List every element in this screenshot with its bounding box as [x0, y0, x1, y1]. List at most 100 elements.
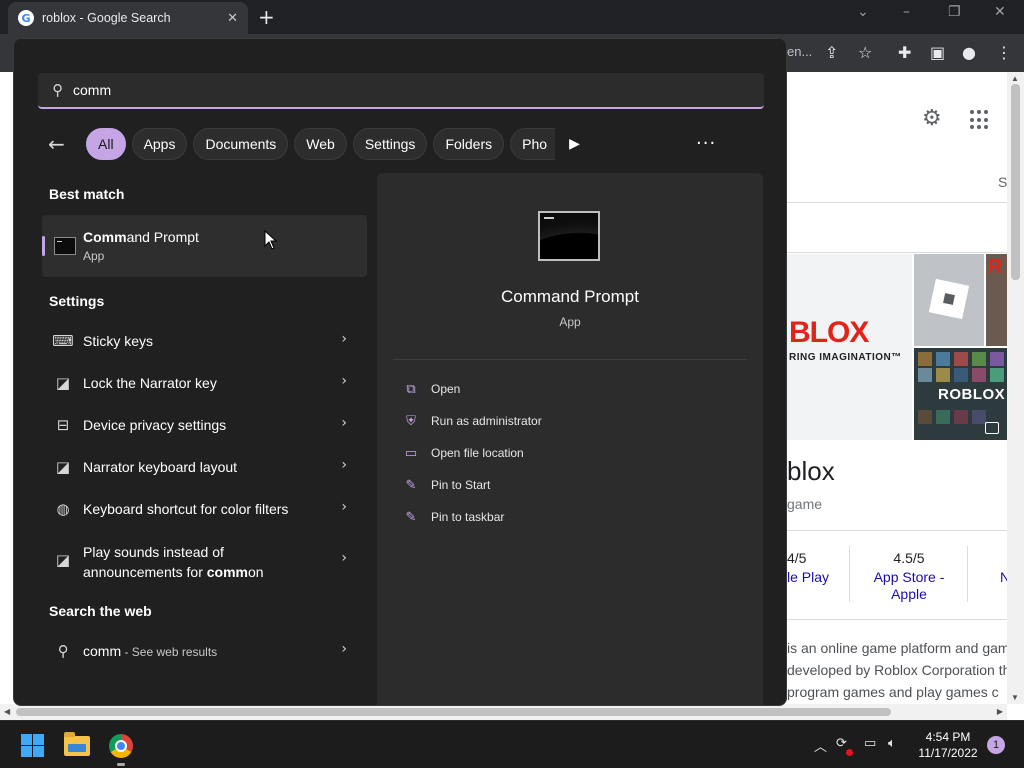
preview-divider: [393, 359, 747, 360]
search-input[interactable]: [73, 82, 673, 98]
chevron-right-icon: ›: [341, 457, 347, 473]
settings-item-label: Device privacy settings: [83, 417, 227, 433]
browser-menu-icon[interactable]: ⋮: [996, 43, 1012, 62]
rating-value: 4/5: [787, 550, 807, 566]
profile-avatar-icon[interactable]: ●: [962, 43, 976, 62]
action-run-as-admin[interactable]: ⛨ Run as administrator: [403, 411, 542, 431]
roblox-letter: R: [988, 256, 1003, 278]
vertical-scroll-thumb[interactable]: [1011, 84, 1020, 280]
filter-photos[interactable]: Pho: [510, 128, 556, 160]
roblox-games-collage-image[interactable]: ROBLOX: [914, 348, 1007, 440]
command-prompt-icon: [54, 237, 76, 255]
filter-all[interactable]: All: [86, 128, 126, 160]
knowledge-panel-title: blox: [787, 456, 835, 486]
browser-tab[interactable]: G roblox - Google Search ✕: [8, 2, 248, 34]
clock[interactable]: 4:54 PM 11/17/2022: [912, 729, 984, 761]
roblox-characters-image[interactable]: R: [986, 254, 1007, 346]
web-search-result[interactable]: ⚲ comm - See web results ›: [42, 631, 367, 671]
settings-item-device-privacy[interactable]: ⊟ Device privacy settings ›: [42, 405, 367, 445]
tools-fragment[interactable]: S: [998, 174, 1007, 190]
settings-item-lock-narrator-key[interactable]: ◪ Lock the Narrator key ›: [42, 363, 367, 403]
gear-icon[interactable]: ⚙: [922, 106, 942, 131]
roblox-icon-image[interactable]: [914, 254, 984, 346]
rating-google-play[interactable]: 4/5 le Play: [787, 550, 837, 585]
filter-folders[interactable]: Folders: [433, 128, 505, 160]
settings-item-play-sounds[interactable]: ◪ Play sounds instead of announcements fo…: [42, 538, 367, 582]
clock-time: 4:54 PM: [925, 730, 971, 744]
bookmark-star-icon[interactable]: ☆: [858, 43, 872, 62]
new-tab-button[interactable]: +: [258, 5, 275, 29]
rating-separator: [849, 546, 850, 602]
scroll-right-icon[interactable]: ▶: [997, 707, 1003, 716]
tab-close-icon[interactable]: ✕: [227, 10, 238, 26]
label-line-2-post: on: [247, 564, 264, 580]
chrome-icon[interactable]: [109, 734, 133, 758]
search-web-heading: Search the web: [49, 603, 152, 619]
volume-icon[interactable]: 🔈︎: [888, 736, 896, 751]
settings-heading: Settings: [49, 293, 105, 309]
roblox-tagline: RING IMAGINATION™: [789, 352, 902, 363]
web-query: comm: [83, 643, 122, 659]
settings-item-label: Narrator keyboard layout: [83, 459, 238, 475]
action-open-file-location[interactable]: ▭ Open file location: [403, 443, 524, 463]
action-label: Open file location: [431, 446, 524, 460]
label-line-1: Play sounds instead of: [83, 544, 224, 560]
tab-search-chevron-icon[interactable]: ⌄: [857, 4, 869, 20]
notification-badge[interactable]: 1: [987, 736, 1005, 754]
settings-item-sticky-keys[interactable]: ⌨ Sticky keys ›: [42, 321, 367, 361]
privacy-icon: ⊟: [56, 416, 70, 434]
settings-item-color-filters-shortcut[interactable]: ◍ Keyboard shortcut for color filters ›: [42, 489, 367, 529]
filter-apps[interactable]: Apps: [131, 128, 188, 160]
action-pin-to-start[interactable]: ✎ Pin to Start: [403, 475, 491, 495]
search-box[interactable]: ⚲: [38, 73, 764, 109]
rating-source: App Store - Apple: [873, 569, 945, 602]
minimize-button[interactable]: –: [903, 4, 910, 20]
start-search-flyout: ⚲ ← All Apps Documents Web Settings Fold…: [13, 38, 787, 706]
image-gallery-icon[interactable]: [985, 422, 999, 434]
settings-item-narrator-keyboard-layout[interactable]: ◪ Narrator keyboard layout ›: [42, 447, 367, 487]
address-bar-fragment[interactable]: en...: [787, 44, 812, 59]
scroll-left-icon[interactable]: ◀: [4, 707, 10, 716]
more-options-button[interactable]: ···: [696, 133, 716, 154]
share-icon[interactable]: ⇪: [825, 43, 838, 62]
rating-app-store[interactable]: 4.5/5 App Store - Apple: [864, 550, 954, 603]
running-indicator: [117, 763, 125, 766]
network-icon[interactable]: ▭: [864, 736, 876, 751]
vertical-scrollbar[interactable]: ▲ ▼: [1007, 72, 1024, 704]
web-hint: - See web results: [121, 645, 218, 659]
start-button[interactable]: [21, 734, 44, 757]
back-arrow-icon[interactable]: ←: [48, 132, 80, 156]
scroll-up-icon[interactable]: ▲: [1011, 74, 1019, 83]
sync-icon[interactable]: ⟳: [836, 736, 847, 751]
restore-button[interactable]: ❐: [948, 4, 961, 20]
name-highlight: Comm: [83, 229, 127, 245]
chevron-up-icon[interactable]: ︿: [814, 736, 827, 755]
chevron-right-icon: ›: [341, 641, 347, 657]
scroll-filters-right-icon[interactable]: ▶: [569, 136, 580, 152]
knowledge-panel-description: is an online game platform and gam devel…: [787, 637, 1010, 703]
action-label: Pin to taskbar: [431, 510, 505, 524]
best-match-command-prompt[interactable]: Command Prompt App: [42, 215, 367, 277]
scroll-down-icon[interactable]: ▼: [1011, 693, 1019, 702]
google-apps-grid-icon[interactable]: [970, 110, 990, 130]
horizontal-scrollbar[interactable]: ◀ ▶: [0, 704, 1007, 720]
filter-settings[interactable]: Settings: [352, 128, 428, 160]
filter-web[interactable]: Web: [294, 128, 347, 160]
web-result-label: comm - See web results: [83, 643, 217, 659]
color-filter-icon: ◍: [56, 500, 70, 518]
filter-documents[interactable]: Documents: [193, 128, 289, 160]
action-open[interactable]: ⧉ Open: [403, 379, 460, 399]
file-explorer-icon[interactable]: [64, 732, 90, 756]
action-pin-to-taskbar[interactable]: ✎ Pin to taskbar: [403, 507, 505, 527]
divider: [787, 619, 1007, 620]
extensions-puzzle-icon[interactable]: ✚: [898, 43, 911, 62]
best-match-name: Command Prompt: [83, 229, 199, 245]
close-window-button[interactable]: ✕: [994, 4, 1006, 20]
horizontal-scroll-thumb[interactable]: [16, 708, 891, 716]
description-line: is an online game platform and gam: [787, 640, 1010, 656]
folder-icon: ▭: [404, 445, 418, 461]
settings-item-label: Play sounds instead of announcements for …: [83, 542, 323, 582]
description-line: program games and play games c: [787, 684, 999, 700]
side-panel-icon[interactable]: ▣: [930, 43, 945, 62]
best-match-type: App: [83, 249, 105, 263]
